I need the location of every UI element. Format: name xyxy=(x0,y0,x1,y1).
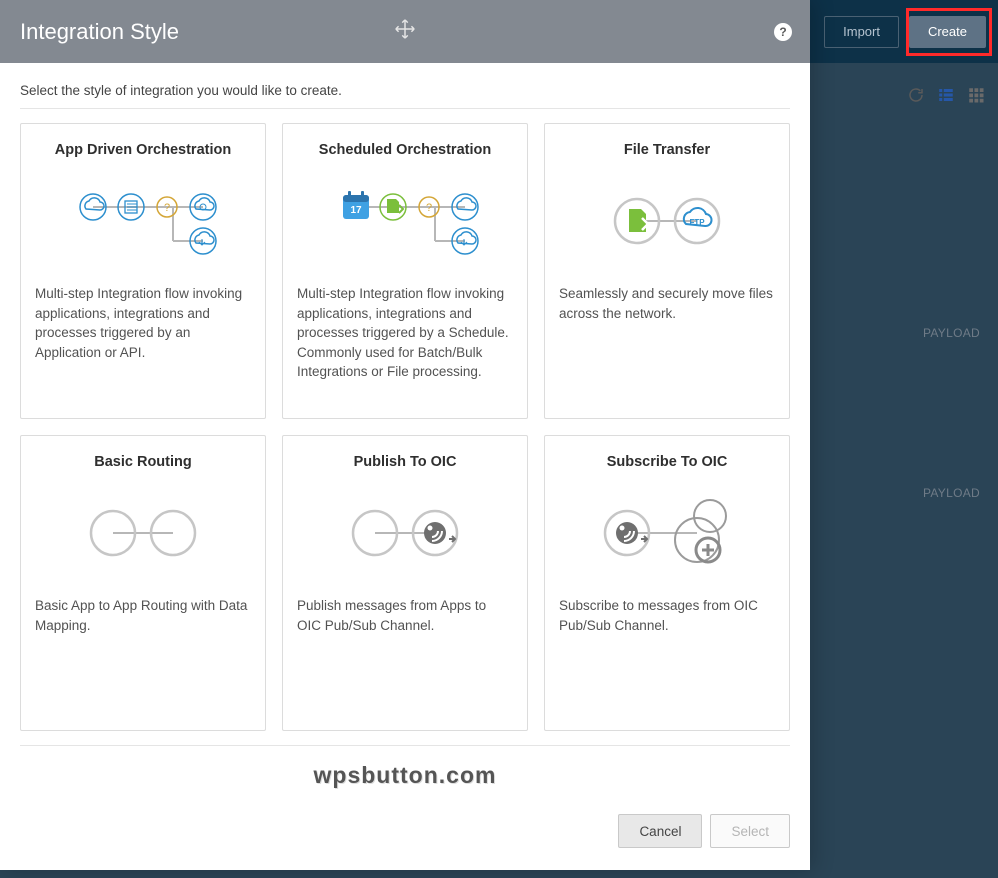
instruction-text: Select the style of integration you woul… xyxy=(20,83,790,98)
card-desc: Multi-step Integration flow invoking app… xyxy=(35,284,251,362)
card-title: Subscribe To OIC xyxy=(559,454,775,470)
card-desc: Seamlessly and securely move files acros… xyxy=(559,284,775,323)
svg-text:?: ? xyxy=(164,202,170,214)
integration-style-dialog: Integration Style ? Select the style of … xyxy=(0,0,810,870)
refresh-icon[interactable] xyxy=(906,85,926,105)
svg-text:17: 17 xyxy=(350,205,362,216)
basic-routing-icon xyxy=(35,488,251,578)
card-title: App Driven Orchestration xyxy=(35,142,251,158)
card-title: Scheduled Orchestration xyxy=(297,142,513,158)
card-scheduled-orchestration[interactable]: Scheduled Orchestration 17 xyxy=(282,123,528,419)
watermark-text: wpsbutton.com xyxy=(20,762,790,789)
divider xyxy=(20,108,790,109)
bg-row-label-1: PAYLOAD xyxy=(923,326,980,340)
file-transfer-icon: FTP xyxy=(559,176,775,266)
scheduled-orchestration-icon: 17 ? xyxy=(297,176,513,266)
card-desc: Multi-step Integration flow invoking app… xyxy=(297,284,513,382)
grid-view-icon[interactable] xyxy=(966,85,986,105)
card-basic-routing[interactable]: Basic Routing Basic App to App Routing w… xyxy=(20,435,266,731)
card-grid: App Driven Orchestration ? xyxy=(20,123,790,731)
view-toolbar xyxy=(906,85,986,105)
card-app-driven-orchestration[interactable]: App Driven Orchestration ? xyxy=(20,123,266,419)
list-view-icon[interactable] xyxy=(936,85,956,105)
card-title: File Transfer xyxy=(559,142,775,158)
card-subscribe-to-oic[interactable]: Subscribe To OIC xyxy=(544,435,790,731)
help-button[interactable]: ? xyxy=(774,23,792,41)
publish-icon xyxy=(297,488,513,578)
import-button[interactable]: Import xyxy=(824,16,899,48)
svg-text:FTP: FTP xyxy=(689,218,705,227)
drag-handle-icon[interactable] xyxy=(394,18,416,45)
card-desc: Basic App to App Routing with Data Mappi… xyxy=(35,596,251,635)
dialog-footer: Cancel Select xyxy=(0,800,810,870)
cancel-button[interactable]: Cancel xyxy=(618,814,702,848)
dialog-header: Integration Style ? xyxy=(0,0,810,63)
divider xyxy=(20,745,790,746)
card-title: Basic Routing xyxy=(35,454,251,470)
select-button[interactable]: Select xyxy=(710,814,790,848)
card-title: Publish To OIC xyxy=(297,454,513,470)
app-orchestration-icon: ? xyxy=(35,176,251,266)
svg-text:?: ? xyxy=(426,202,432,214)
bg-row-label-2: PAYLOAD xyxy=(923,486,980,500)
card-file-transfer[interactable]: File Transfer FTP Seamlessly and securel… xyxy=(544,123,790,419)
dialog-title: Integration Style xyxy=(20,19,179,45)
card-desc: Subscribe to messages from OIC Pub/Sub C… xyxy=(559,596,775,635)
card-publish-to-oic[interactable]: Publish To OIC Publish messages from App… xyxy=(282,435,528,731)
card-desc: Publish messages from Apps to OIC Pub/Su… xyxy=(297,596,513,635)
subscribe-icon xyxy=(559,488,775,578)
create-button[interactable]: Create xyxy=(909,16,986,48)
dialog-body: Select the style of integration you woul… xyxy=(0,63,810,800)
